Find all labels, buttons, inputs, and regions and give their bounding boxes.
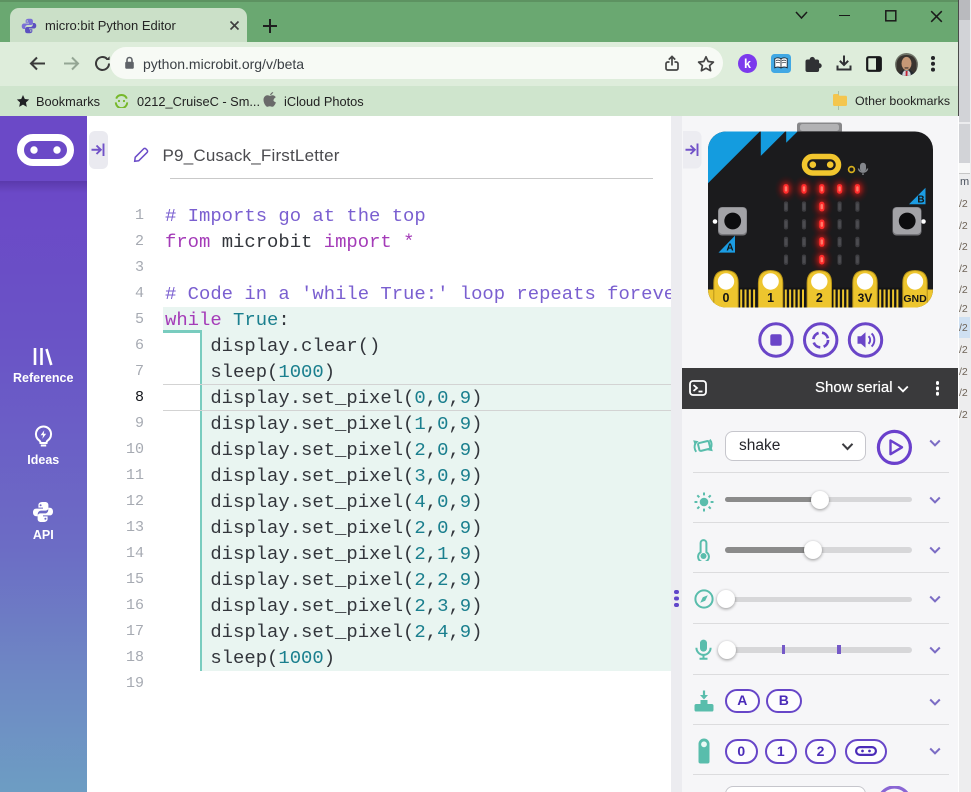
svg-text:B: B xyxy=(917,194,924,205)
svg-text:k: k xyxy=(744,57,751,71)
svg-text:A: A xyxy=(726,243,733,254)
svg-text:3V: 3V xyxy=(858,291,873,305)
svg-text:2: 2 xyxy=(816,291,823,305)
svg-text:0: 0 xyxy=(723,291,730,305)
svg-text:GND: GND xyxy=(903,293,927,305)
svg-text:1: 1 xyxy=(767,291,774,305)
